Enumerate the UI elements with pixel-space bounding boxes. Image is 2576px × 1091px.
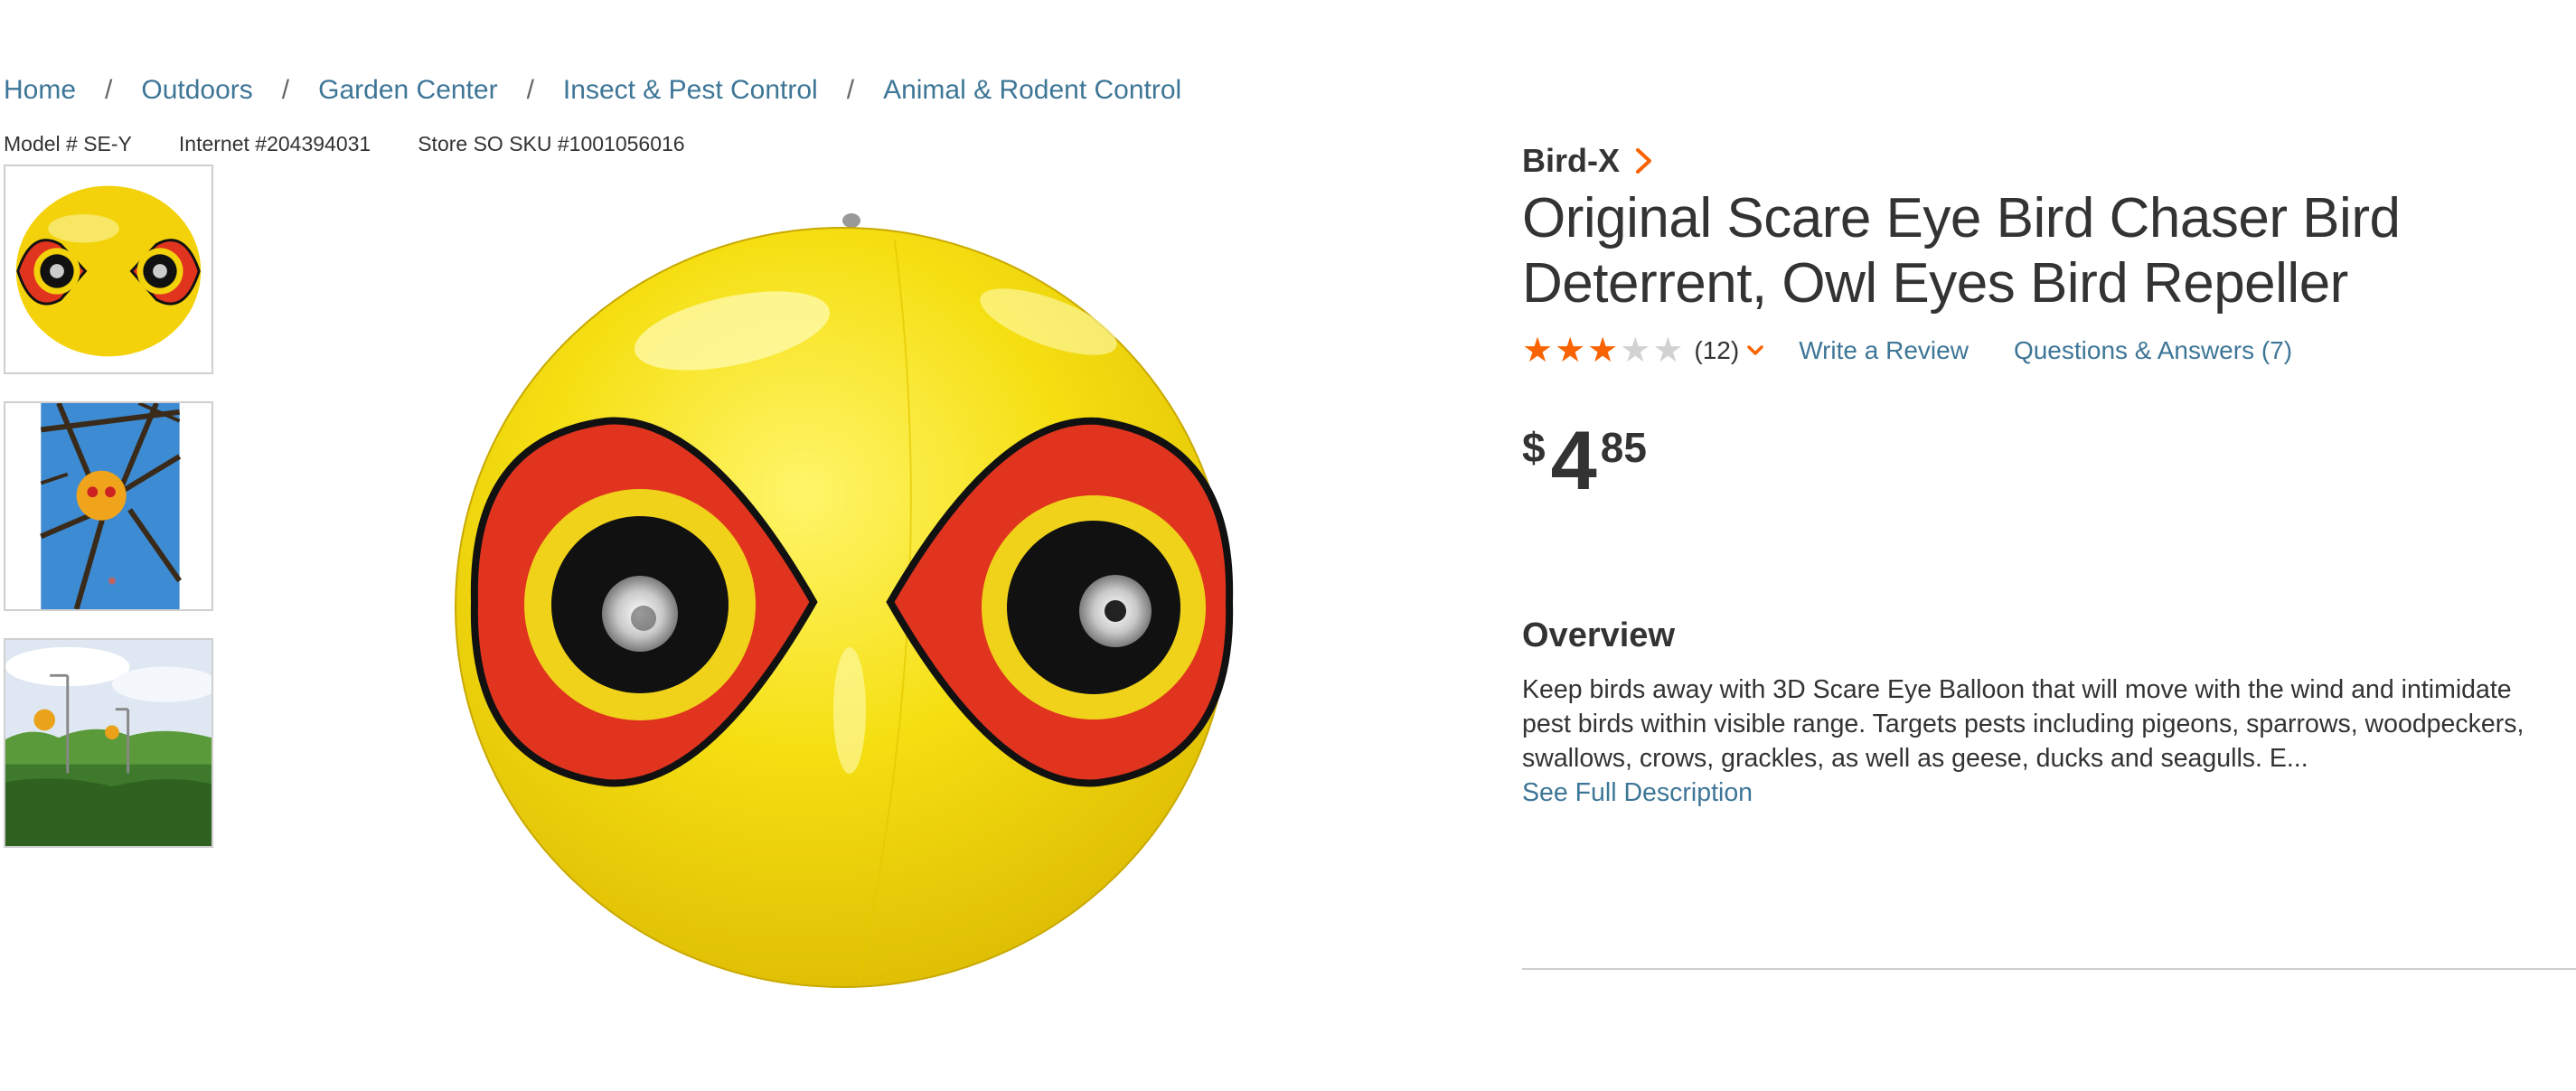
breadcrumb-separator: / xyxy=(526,75,534,105)
thumbnail-2[interactable] xyxy=(4,401,213,611)
breadcrumb-separator: / xyxy=(846,75,855,105)
internet-number: Internet #204394031 xyxy=(178,132,371,155)
overview-heading: Overview xyxy=(1522,616,1675,654)
breadcrumb: Home / Outdoors / Garden Center / Insect… xyxy=(4,71,1181,110)
breadcrumb-animal-rodent-control[interactable]: Animal & Rodent Control xyxy=(883,75,1181,106)
thumbnail-balloon-tree-image xyxy=(5,403,212,609)
thumbnail-balloon-front-image xyxy=(5,166,212,372)
main-product-image xyxy=(434,204,1265,1000)
store-sku: Store SO SKU #1001056016 xyxy=(418,132,685,155)
see-full-description-link[interactable]: See Full Description xyxy=(1522,778,1753,807)
chevron-down-icon[interactable] xyxy=(1746,344,1764,357)
ratings-row: ★ ★ ★ ★ ★ (12) Write a Review Questions & An… xyxy=(1522,331,2292,371)
breadcrumb-insect-pest-control[interactable]: Insect & Pest Control xyxy=(563,75,818,106)
star-icon: ★ xyxy=(1522,332,1554,370)
review-count[interactable]: (12) xyxy=(1694,336,1739,365)
brand-name: Bird-X xyxy=(1522,142,1620,179)
chevron-right-icon xyxy=(1636,148,1651,174)
questions-answers-link[interactable]: Questions & Answers (7) xyxy=(2014,336,2292,365)
star-rating[interactable]: ★ ★ ★ ★ ★ xyxy=(1522,334,1685,368)
thumbnail-3[interactable] xyxy=(4,638,213,848)
brand-link[interactable]: Bird-X xyxy=(1522,141,1654,181)
star-icon: ★ xyxy=(1555,332,1586,370)
write-review-link[interactable]: Write a Review xyxy=(1799,336,1969,365)
price-dollars: 4 xyxy=(1550,415,1597,507)
thumbnail-balloons-garden-image xyxy=(5,640,212,846)
scare-eye-balloon-image xyxy=(455,213,1234,988)
breadcrumb-garden-center[interactable]: Garden Center xyxy=(318,75,497,106)
breadcrumb-separator: / xyxy=(281,75,290,105)
section-divider xyxy=(1522,968,2576,970)
breadcrumb-outdoors[interactable]: Outdoors xyxy=(141,75,252,106)
breadcrumb-home[interactable]: Home xyxy=(4,75,76,106)
star-icon: ★ xyxy=(1587,332,1619,370)
product-title: Original Scare Eye Bird Chaser Bird Dete… xyxy=(1522,187,2401,315)
breadcrumb-separator: / xyxy=(105,75,113,105)
price-cents: 85 xyxy=(1600,424,1647,471)
star-icon: ★ xyxy=(1652,332,1684,370)
overview-text: Keep birds away with 3D Scare Eye Balloo… xyxy=(1522,672,2543,810)
overview-body: Keep birds away with 3D Scare Eye Balloo… xyxy=(1522,675,2524,773)
star-icon: ★ xyxy=(1620,332,1651,370)
model-info: Model # SE-Y Internet #204394031 Store S… xyxy=(4,132,732,156)
model-number: Model # SE-Y xyxy=(4,132,132,155)
price-currency: $ xyxy=(1522,424,1546,471)
thumbnail-1[interactable] xyxy=(4,165,213,374)
price: $ 4 85 xyxy=(1522,419,1647,503)
